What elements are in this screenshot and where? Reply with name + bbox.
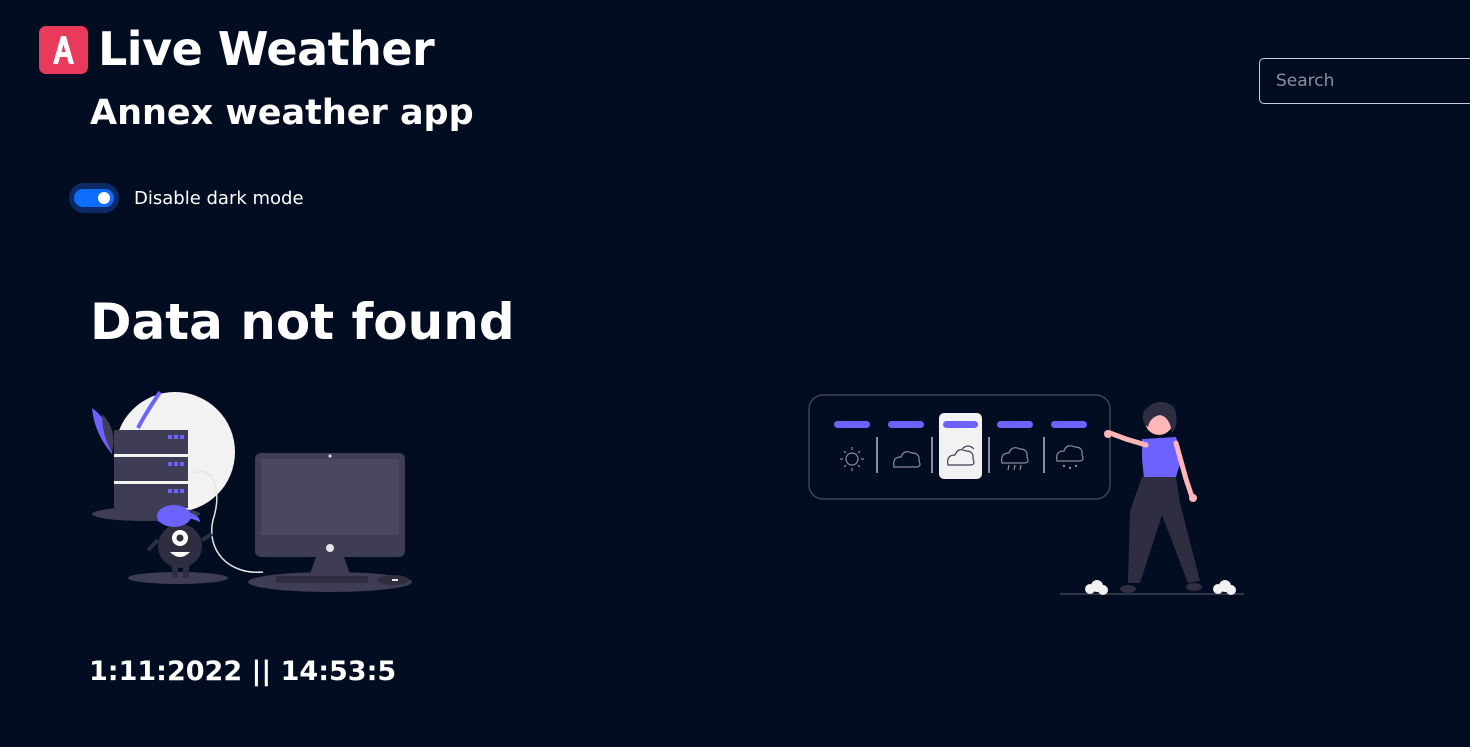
dark-mode-toggle[interactable]: [69, 183, 119, 213]
app-subtitle: Annex weather app: [90, 93, 474, 133]
app-logo-icon: [39, 26, 88, 74]
data-not-found-heading: Data not found: [90, 293, 515, 351]
dark-mode-toggle-label[interactable]: Disable dark mode: [134, 188, 304, 209]
app-title: Live Weather: [98, 22, 435, 76]
toggle-knob: [98, 192, 110, 204]
search-input[interactable]: [1259, 58, 1470, 104]
toggle-track: [74, 189, 114, 207]
dark-mode-toggle-row: Disable dark mode: [69, 182, 304, 214]
server-error-illustration: [88, 390, 418, 604]
weather-forecast-illustration: [808, 393, 1248, 603]
current-datetime: 1:11:2022 || 14:53:5: [89, 656, 397, 687]
